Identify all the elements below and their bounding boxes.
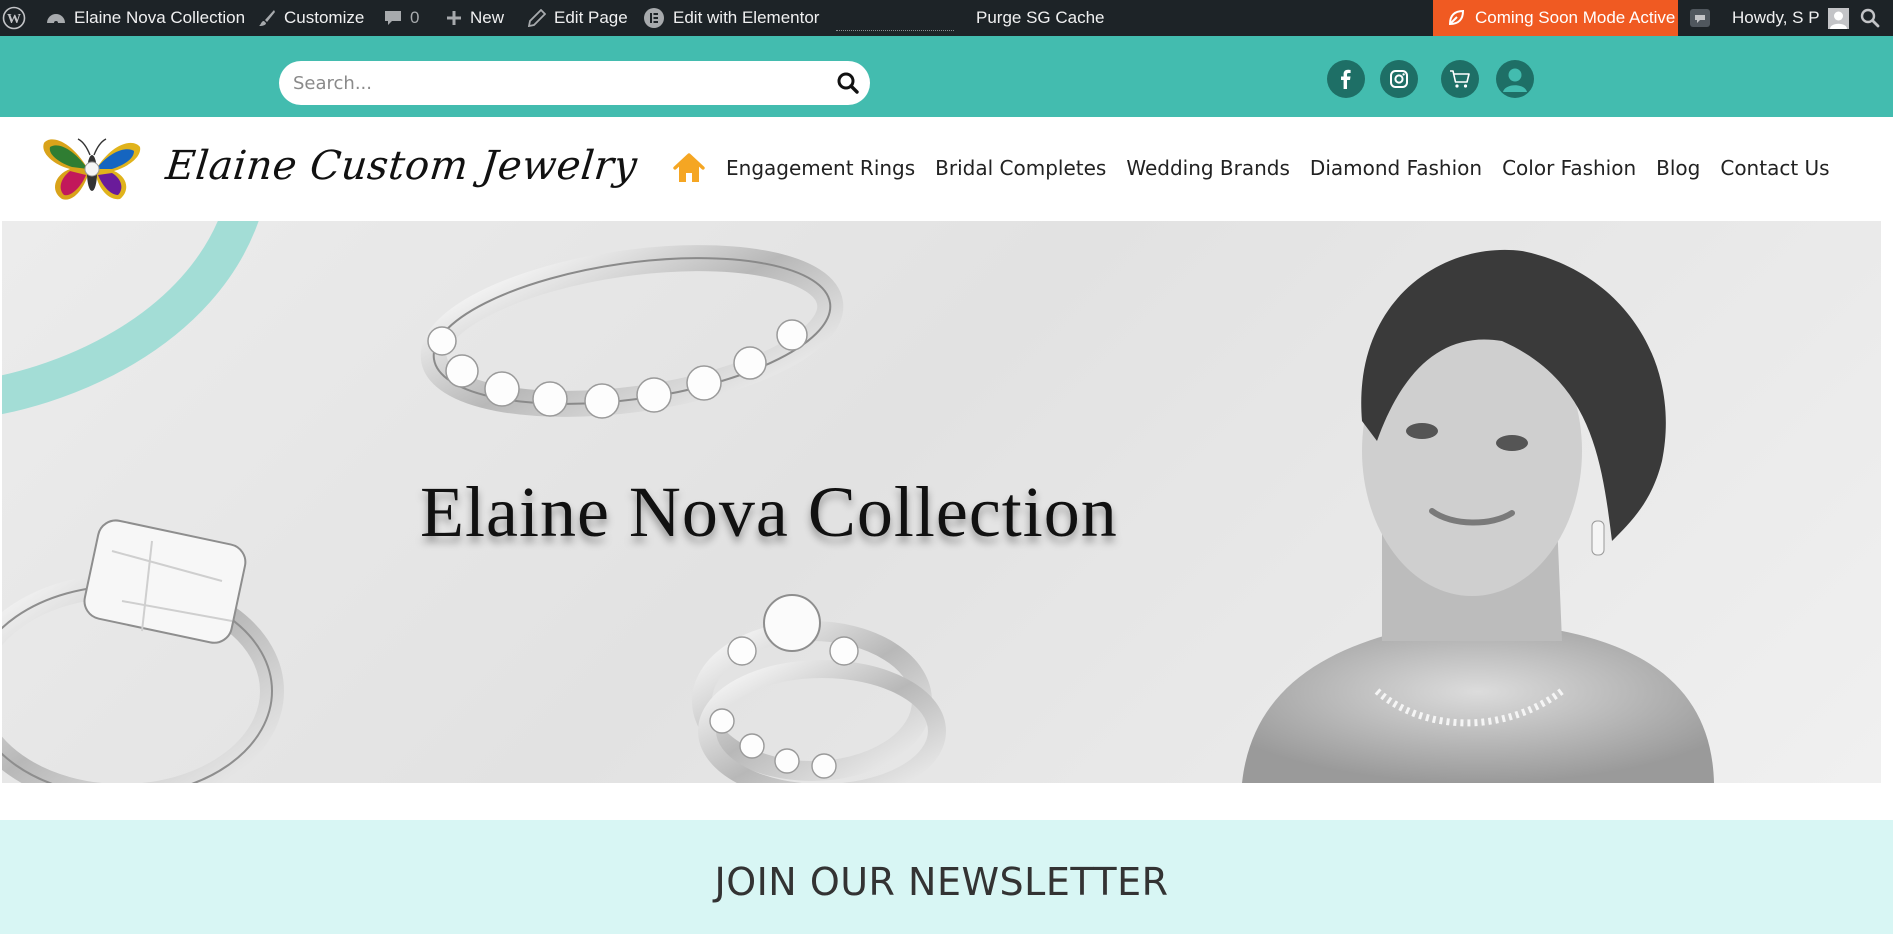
butterfly-logo-icon[interactable] [40,129,144,211]
admin-edit-elementor-label: Edit with Elementor [673,8,820,27]
admin-new-label: New [470,8,505,27]
admin-edit-page[interactable]: Edit Page [528,0,628,36]
admin-comments[interactable]: 0 [384,0,419,36]
admin-hidden-item [836,30,954,31]
account-icon[interactable] [1496,60,1534,98]
search-input[interactable] [293,61,813,105]
nav-contact-us[interactable]: Contact Us [1720,156,1829,180]
hero-banner: Elaine Nova Collection [2,221,1881,783]
dashboard-icon [46,9,66,27]
admin-howdy-label: Howdy, S P [1732,8,1820,27]
top-bar [0,36,1893,117]
comment-icon [384,9,402,27]
nav-blog[interactable]: Blog [1656,156,1700,180]
admin-search-icon[interactable] [1860,0,1880,36]
admin-account[interactable]: Howdy, S P [1732,0,1849,36]
nav-wedding-brands[interactable]: Wedding Brands [1126,156,1290,180]
site-header: Elaine Custom Jewelry Engagement Rings B… [0,117,1893,221]
brush-icon [258,9,276,27]
admin-purge-cache-label: Purge SG Cache [976,8,1105,27]
admin-customize-label: Customize [284,8,365,27]
admin-site-name-label: Elaine Nova Collection [74,8,246,27]
eternity-ring-image [420,245,844,419]
coming-soon-label: Coming Soon Mode Active [1475,8,1676,27]
home-icon[interactable] [672,151,706,185]
elementor-icon [643,7,665,29]
admin-notification[interactable] [1689,0,1719,36]
notification-icon [1689,7,1711,29]
admin-edit-page-label: Edit Page [554,8,628,27]
newsletter-heading: JOIN OUR NEWSLETTER [714,860,1169,904]
avatar [1827,7,1849,29]
plus-icon [446,10,462,26]
admin-comments-count: 0 [410,8,420,27]
admin-site-name[interactable]: Elaine Nova Collection [46,0,245,36]
bridal-set-image [692,594,946,783]
cart-icon[interactable] [1441,60,1479,98]
leaf-icon [1447,9,1465,27]
model-portrait-image [1242,249,1714,783]
nav-bridal-completes[interactable]: Bridal Completes [935,156,1106,180]
nav-engagement-rings[interactable]: Engagement Rings [726,156,915,180]
coming-soon-badge[interactable]: Coming Soon Mode Active [1433,0,1678,36]
page-gutter [1881,221,1893,821]
pencil-icon [528,9,546,27]
admin-edit-elementor[interactable]: Edit with Elementor [643,0,819,36]
logo-text[interactable]: Elaine Custom Jewelry [164,143,640,189]
admin-customize[interactable]: Customize [258,0,364,36]
solitaire-ring-image [2,519,284,783]
hero-title: Elaine Nova Collection [420,472,1118,552]
admin-bar: W Elaine Nova Collection Customize 0 New… [0,0,1893,36]
main-nav: Engagement Rings Bridal Completes Weddin… [672,151,1850,185]
search-icon[interactable] [836,71,860,95]
nav-diamond-fashion[interactable]: Diamond Fashion [1310,156,1482,180]
newsletter-section: JOIN OUR NEWSLETTER [0,820,1893,934]
facebook-icon[interactable] [1327,60,1365,98]
wordpress-logo-icon[interactable]: W [2,0,26,36]
admin-new[interactable]: New [446,0,504,36]
nav-color-fashion[interactable]: Color Fashion [1502,156,1636,180]
instagram-icon[interactable] [1380,60,1418,98]
admin-purge-cache[interactable]: Purge SG Cache [976,0,1105,36]
search-box [279,61,870,105]
svg-text:W: W [7,12,21,27]
